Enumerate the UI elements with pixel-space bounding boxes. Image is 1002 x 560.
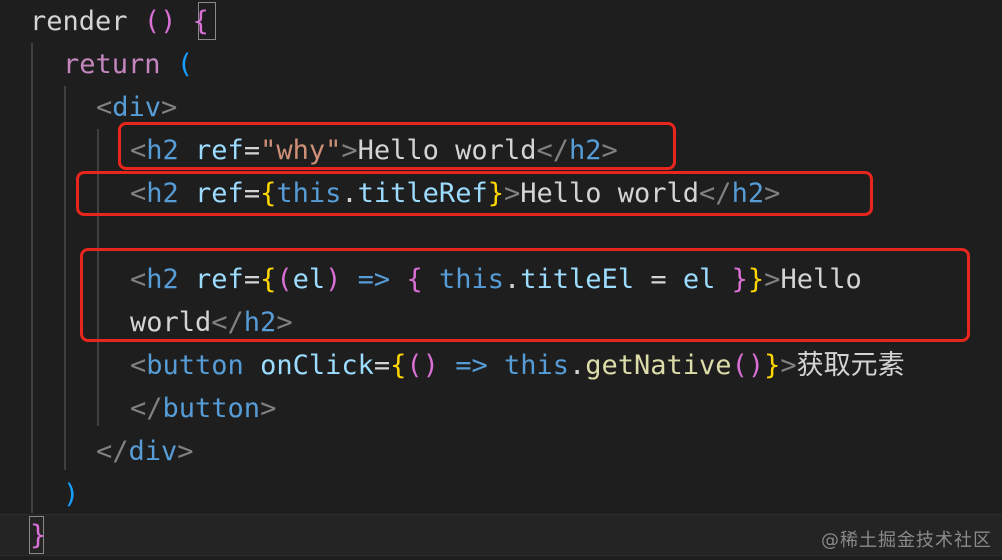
token-bracket: }	[30, 520, 47, 551]
token-attribute: onClick	[260, 350, 374, 381]
code-line-1: render () {	[30, 0, 209, 43]
highlight-box-string-ref	[118, 122, 676, 170]
code-line-10: </button>	[130, 393, 277, 424]
token-tag: button	[146, 350, 244, 381]
code-line-9: <button onClick={() => this.getNative()}…	[130, 350, 905, 381]
token-text: 获取元素	[796, 350, 905, 381]
token-bracket: ()	[731, 350, 765, 381]
code-line-13: }	[30, 514, 46, 557]
indent-guide	[31, 43, 33, 513]
token-tag: div	[128, 436, 178, 467]
token-bracket: ()	[406, 350, 439, 381]
token-bracket: {	[390, 350, 407, 381]
code-line-12: )	[63, 473, 79, 516]
highlight-box-callback-ref	[80, 248, 970, 342]
token-keyword: return	[63, 49, 161, 80]
indent-guide	[64, 86, 66, 470]
token-function: getNative	[585, 350, 732, 381]
token-bracket: ()	[143, 6, 177, 37]
token-arrow: =>	[455, 350, 488, 381]
token-bracket: {	[192, 6, 209, 37]
token-tag: button	[162, 393, 261, 424]
token-function: render	[30, 6, 128, 37]
watermark: @稀土掘金技术社区	[821, 530, 992, 551]
token-tag: div	[112, 92, 162, 123]
token-bracket: }	[764, 350, 781, 381]
token-bracket: )	[63, 479, 80, 510]
token-bracket: (	[176, 49, 194, 80]
token-keyword: this	[503, 350, 569, 381]
code-line-2: return (	[63, 43, 193, 86]
code-editor[interactable]: render () { return ( <div> <h2 ref="why"…	[0, 0, 1002, 560]
highlight-box-object-ref	[76, 171, 873, 216]
code-line-11: </div>	[96, 436, 194, 467]
